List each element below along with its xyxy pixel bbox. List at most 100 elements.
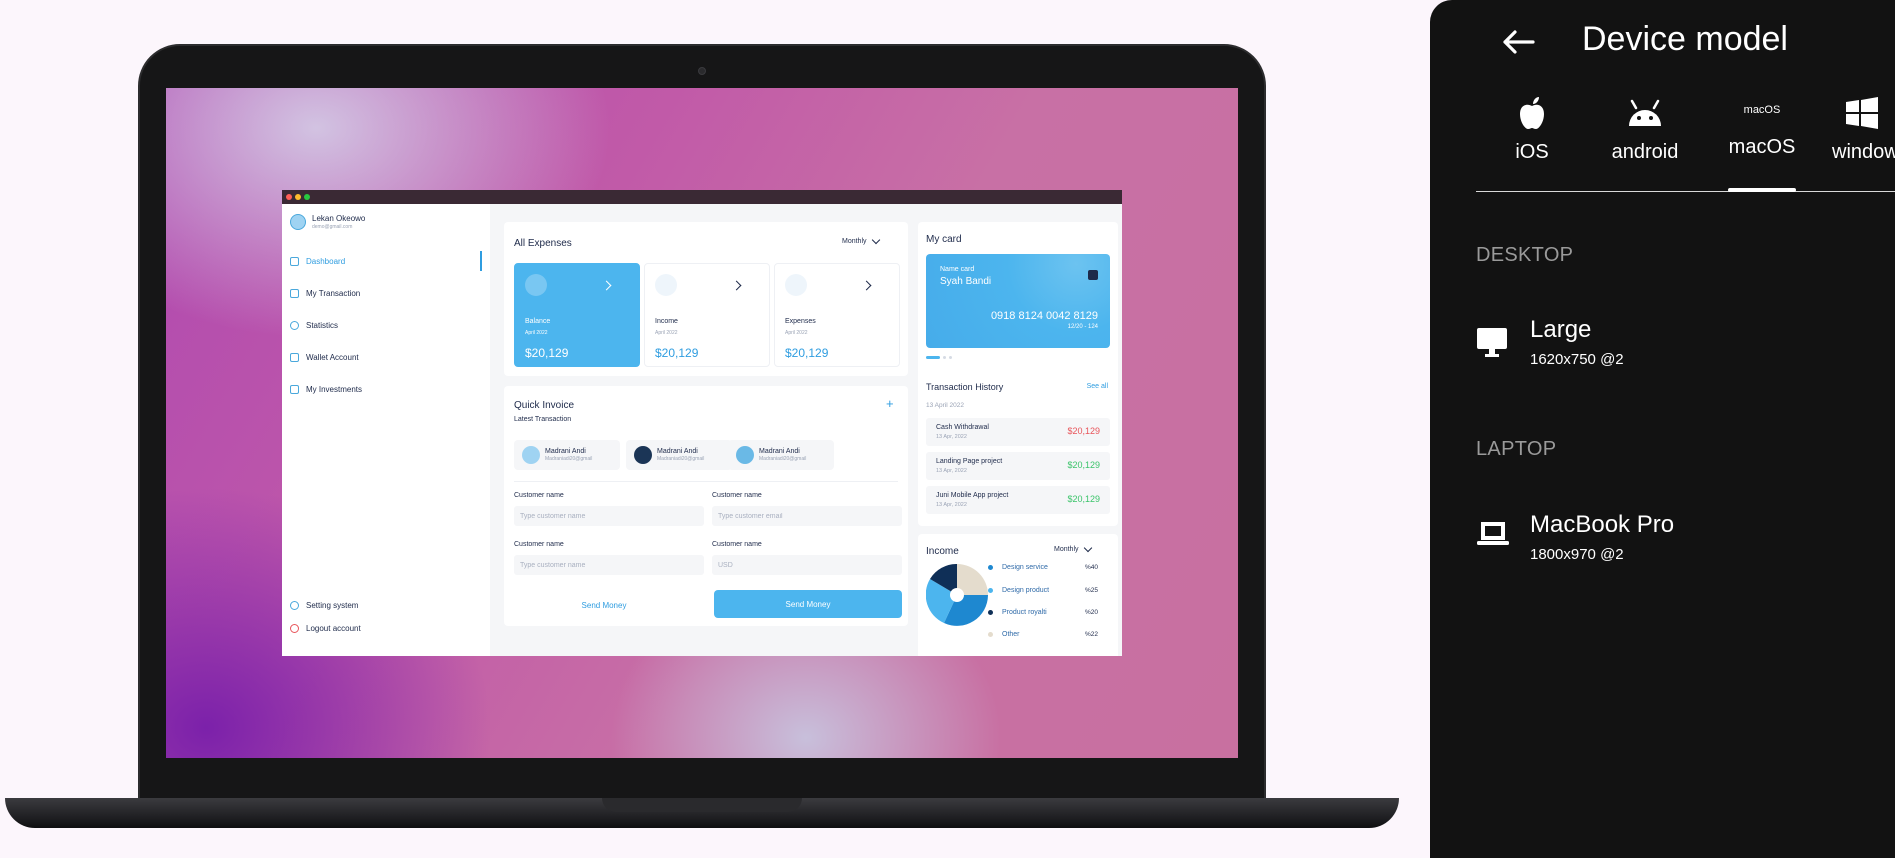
payment-card[interactable]: Name card Syah Bandi 0918 8124 0042 8129…: [926, 254, 1110, 348]
send-money-secondary-button[interactable]: Send Money: [544, 593, 664, 617]
android-icon: [1629, 99, 1661, 126]
sidebar-item-wallet[interactable]: Wallet Account: [290, 350, 490, 364]
invoice-subtitle: Latest Transaction: [514, 416, 572, 423]
income-card[interactable]: Income April 2022 $20,129: [644, 263, 770, 367]
field-label: Customer name: [514, 541, 564, 548]
sidebar-item-label: Dashboard: [306, 256, 346, 266]
legend-label: Design product: [1002, 587, 1050, 594]
device-resolution-large: 1620x750 @2: [1530, 351, 1624, 368]
transaction-row[interactable]: Landing Page project 13 Apr, 2022 $20,12…: [926, 452, 1110, 480]
contact-name: Madrani Andi: [657, 448, 698, 455]
transaction-icon: [290, 288, 299, 298]
tab-macos[interactable]: macOS macOS: [1715, 96, 1809, 159]
sidebar-item-dashboard[interactable]: Dashboard: [290, 251, 490, 271]
apple-icon: [1520, 97, 1544, 129]
chart-icon: [290, 320, 299, 330]
history-date: 13 April 2022: [926, 402, 964, 409]
field-label: Customer name: [712, 492, 762, 499]
tx-date: 13 Apr, 2022: [936, 434, 967, 440]
macos-badge-icon: macOS: [1743, 104, 1781, 116]
period-label: Monthly: [1054, 546, 1079, 553]
card-name-label: Name card: [940, 266, 975, 273]
income-period-select[interactable]: Monthly: [1054, 543, 1092, 553]
avatar: [290, 214, 306, 230]
contact-chip[interactable]: Madrani Andi Madraniadi20@gmail: [728, 440, 834, 470]
legend-value: %40: [1084, 564, 1098, 571]
sidebar-item-statistics[interactable]: Statistics: [290, 318, 490, 332]
contact-email: Madraniadi20@gmail: [759, 456, 807, 462]
tab-windows[interactable]: windows: [1832, 96, 1895, 164]
field-label: Customer name: [514, 492, 564, 499]
transaction-row[interactable]: Cash Withdrawal 13 Apr, 2022 $20,129: [926, 418, 1110, 446]
tab-label: windows: [1832, 141, 1895, 163]
card-date: April 2022: [785, 330, 808, 336]
legend-value: %22: [1084, 631, 1098, 638]
tx-amount: $20,129: [1067, 494, 1100, 504]
laptop-icon: [1477, 522, 1509, 545]
expenses-card[interactable]: Expenses April 2022 $20,129: [774, 263, 900, 367]
grid-icon: [290, 256, 299, 266]
expenses-period-select[interactable]: Monthly: [842, 235, 880, 245]
customer-name-input-2[interactable]: [514, 555, 704, 575]
legend-dot: [988, 610, 993, 615]
contact-email: Madraniadi20@gmail: [657, 456, 705, 462]
sidebar-item-logout[interactable]: Logout account: [290, 621, 490, 635]
contact-chip[interactable]: Madrani Andi Madraniadi20@gmail: [514, 440, 620, 470]
card-panel: My card Name card Syah Bandi 0918 8124 0…: [918, 222, 1118, 526]
user-profile[interactable]: Lekan Okeowo demo@gmail.com: [290, 214, 365, 230]
legend-item: Design service %40: [988, 564, 1098, 571]
card-holder: Syah Bandi: [940, 276, 992, 287]
tx-name: Juni Mobile App project: [936, 492, 1009, 499]
expenses-icon: [785, 274, 807, 296]
amount-input[interactable]: [712, 555, 902, 575]
customer-email-input[interactable]: [712, 506, 902, 526]
close-dot-icon[interactable]: [286, 194, 292, 200]
customer-name-input[interactable]: [514, 506, 704, 526]
tx-amount: $20,129: [1067, 460, 1100, 470]
transaction-row[interactable]: Juni Mobile App project 13 Apr, 2022 $20…: [926, 486, 1110, 514]
gear-icon: [290, 600, 299, 610]
chevron-down-icon: [871, 235, 880, 245]
user-email: demo@gmail.com: [312, 224, 353, 230]
device-model-panel: Device model iOS android macOS macOS win…: [1430, 0, 1895, 858]
balance-card[interactable]: Balance April 2022 $20,129: [514, 263, 640, 367]
section-heading-laptop: LAPTOP: [1476, 438, 1557, 460]
income-icon: [655, 274, 677, 296]
period-label: Monthly: [842, 238, 867, 245]
my-card-title: My card: [926, 234, 962, 245]
card-value: $20,129: [785, 346, 829, 360]
investment-icon: [290, 384, 299, 394]
carousel-dot-active[interactable]: [926, 356, 940, 359]
invoice-title: Quick Invoice: [514, 400, 575, 411]
maximize-dot-icon[interactable]: [304, 194, 310, 200]
laptop-screen: Lekan Okeowo demo@gmail.com Dashboard My…: [166, 88, 1238, 758]
sidebar-item-transaction[interactable]: My Transaction: [290, 286, 490, 300]
legend-label: Other: [1002, 631, 1020, 638]
send-money-button[interactable]: Send Money: [714, 590, 902, 618]
tx-date: 13 Apr, 2022: [936, 502, 967, 508]
active-tab-indicator: [1728, 188, 1796, 192]
sidebar-item-investments[interactable]: My Investments: [290, 382, 490, 396]
minimize-dot-icon[interactable]: [295, 194, 301, 200]
back-arrow-icon[interactable]: [1502, 30, 1536, 54]
balance-icon: [525, 274, 547, 296]
legend-label: Product royalti: [1002, 609, 1047, 616]
add-icon[interactable]: +: [886, 396, 894, 411]
device-name-macbook-pro[interactable]: MacBook Pro: [1530, 511, 1674, 539]
card-label: Income: [655, 318, 678, 325]
carousel-dot[interactable]: [943, 356, 946, 359]
card-date: April 2022: [525, 330, 548, 336]
tab-ios[interactable]: iOS: [1502, 96, 1562, 164]
tx-name: Landing Page project: [936, 458, 1003, 465]
field-label: Customer name: [712, 541, 762, 548]
tab-android[interactable]: android: [1600, 96, 1690, 164]
device-name-large[interactable]: Large: [1530, 316, 1591, 344]
tabs-divider: [1476, 191, 1895, 192]
page-title: Device model: [1582, 20, 1788, 58]
legend-value: %25: [1084, 587, 1098, 594]
sidebar-item-settings[interactable]: Setting system: [290, 598, 490, 612]
see-all-link[interactable]: See all: [1087, 383, 1108, 390]
contact-chip[interactable]: Madrani Andi Madraniadi20@gmail: [626, 440, 732, 470]
sidebar-item-label: Logout account: [306, 623, 361, 633]
carousel-dot[interactable]: [949, 356, 952, 359]
